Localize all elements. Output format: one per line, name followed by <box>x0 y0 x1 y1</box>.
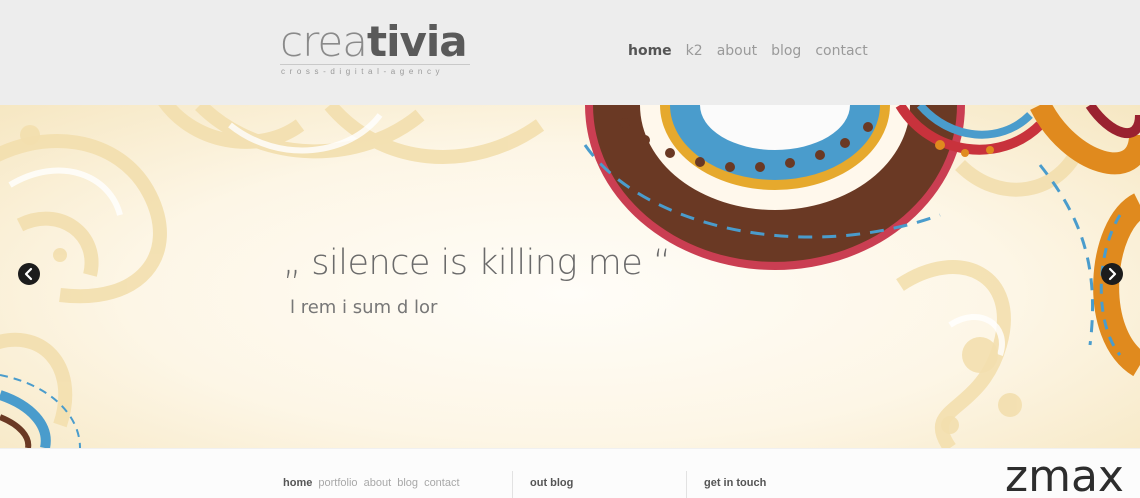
hero-quote: „ silence is killing me “ <box>283 243 671 283</box>
footer-nav-portfolio[interactable]: portfolio <box>318 477 357 489</box>
footer-blog-heading: out blog <box>530 477 574 489</box>
main-nav: home k2 about blog contact <box>628 43 868 59</box>
footer-nav: home portfolio about blog contact <box>283 477 463 489</box>
nav-item-about[interactable]: about <box>717 43 757 59</box>
hero-slider: „ silence is killing me “ l rem i sum d … <box>0 105 1140 448</box>
nav-item-blog[interactable]: blog <box>771 43 801 59</box>
footer-nav-home[interactable]: home <box>283 477 312 489</box>
nav-item-contact[interactable]: contact <box>815 43 867 59</box>
chevron-left-icon <box>24 267 33 281</box>
site-footer: home portfolio about blog contact out bl… <box>0 448 1140 498</box>
logo-text-bold: tivia <box>367 17 468 66</box>
nav-item-k2[interactable]: k2 <box>686 43 703 59</box>
nav-item-home[interactable]: home <box>628 43 672 59</box>
footer-divider <box>686 471 687 498</box>
footer-nav-contact[interactable]: contact <box>424 477 459 489</box>
logo-tagline: cross-digital-agency <box>281 67 445 76</box>
watermark: zmax <box>1005 451 1124 498</box>
site-header: creativia cross-digital-agency home k2 a… <box>0 0 1140 105</box>
slider-prev-button[interactable] <box>18 263 40 285</box>
site-logo[interactable]: creativia cross-digital-agency <box>280 17 470 76</box>
footer-nav-blog[interactable]: blog <box>397 477 418 489</box>
slider-next-button[interactable] <box>1101 263 1123 285</box>
logo-underline <box>280 64 470 65</box>
logo-wordmark: creativia <box>280 17 468 66</box>
hero-subtitle: l rem i sum d lor <box>290 297 438 318</box>
logo-text-light: crea <box>280 17 368 66</box>
footer-divider <box>512 471 513 498</box>
footer-nav-about[interactable]: about <box>364 477 392 489</box>
chevron-right-icon <box>1108 267 1117 281</box>
footer-contact-heading: get in touch <box>704 477 767 489</box>
